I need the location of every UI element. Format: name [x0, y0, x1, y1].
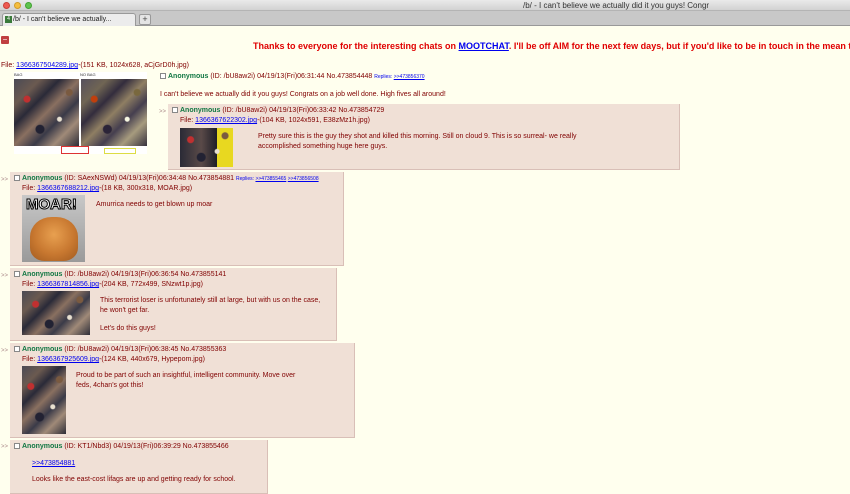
quote-link[interactable]: >>473854881 — [32, 460, 75, 467]
poster-name: Anonymous — [22, 443, 63, 450]
post-file-link[interactable]: 1366367925609.jpg — [37, 356, 99, 363]
op-header: Anonymous (ID: /bU8aw2i) 04/19/13(Fri)06… — [160, 73, 425, 80]
post-file-info: File: 1366367925609.jpg-(124 KB, 440x679… — [22, 356, 205, 363]
post-body: This terrorist loser is unfortunately st… — [100, 297, 321, 314]
post-reply-link[interactable]: >>473856508 — [288, 176, 319, 182]
op-body: I can't believe we actually did it you g… — [160, 91, 446, 98]
reply-arrow-icon: >> — [1, 273, 9, 279]
op-thumb-annotation — [61, 146, 89, 154]
post-473855466: Anonymous (ID: KT1/Nbd3) 04/19/13(Fri)06… — [10, 440, 268, 494]
reply-arrow-icon: >> — [1, 177, 9, 183]
post-header: Anonymous (ID: KT1/Nbd3) 04/19/13(Fri)06… — [14, 443, 229, 450]
post-select-checkbox[interactable] — [14, 175, 20, 181]
post-meta: (ID: KT1/Nbd3) 04/19/13(Fri)06:39:29 No.… — [62, 443, 229, 450]
op-file-link[interactable]: 1366367504289.jpg — [16, 62, 78, 69]
post-replies: Replies: >>473855465 >>473856508 — [236, 176, 319, 182]
post-thumbnail[interactable] — [180, 128, 233, 167]
op-reply-link[interactable]: >>473856370 — [394, 74, 425, 80]
post-body: Looks like the east-cost lifags are up a… — [32, 476, 236, 483]
post-thumbnail[interactable]: MOAR! — [22, 195, 85, 262]
favicon-icon: 4 — [5, 16, 12, 23]
post-file-link[interactable]: 1366367688212.jpg — [37, 185, 99, 192]
tab-bar: 4 /b/ - I can't believe we actually... + — [0, 11, 850, 26]
post-reply-link[interactable]: >>473855465 — [255, 176, 286, 182]
post-header: Anonymous (ID: /bU8aw2i) 04/19/13(Fri)06… — [14, 271, 226, 278]
post-473855141: Anonymous (ID: /bU8aw2i) 04/19/13(Fri)06… — [10, 268, 337, 341]
poster-name: Anonymous — [180, 107, 221, 114]
post-body: Proud to be part of such an insightful, … — [76, 372, 296, 389]
op-thumb-left-image — [14, 79, 79, 146]
post-select-checkbox[interactable] — [14, 271, 20, 277]
minimize-window-button[interactable] — [14, 2, 21, 9]
window-title: /b/ - I can't believe we actually did it… — [523, 1, 710, 10]
op-file-info: File: 1366367504289.jpg-(151 KB, 1024x62… — [1, 62, 189, 69]
post-thumbnail[interactable] — [22, 366, 66, 434]
announcement-banner: Thanks to everyone for the interesting c… — [253, 41, 850, 51]
op-thumb-right-image — [81, 79, 147, 146]
poster-name: Anonymous — [22, 175, 63, 182]
post-file-info: File: 1366367622302.jpg-(104 KB, 1024x59… — [180, 117, 370, 124]
zoom-window-button[interactable] — [25, 2, 32, 9]
cat-image — [30, 217, 78, 261]
post-select-checkbox[interactable] — [14, 346, 20, 352]
tab-title: /b/ - I can't believe we actually... — [13, 16, 112, 23]
post-select-checkbox[interactable] — [14, 443, 20, 449]
post-header: Anonymous (ID: /bU8aw2i) 04/19/13(Fri)06… — [14, 346, 226, 353]
mootchat-link[interactable]: MOOTCHAT — [459, 41, 509, 51]
reply-arrow-icon: >> — [159, 109, 167, 115]
op-select-checkbox[interactable] — [160, 73, 166, 79]
op-replies: Replies: >>473856370 — [374, 74, 425, 80]
post-473854881: Anonymous (ID: SAexNSWd) 04/19/13(Fri)06… — [10, 172, 344, 266]
reply-arrow-icon: >> — [1, 348, 9, 354]
window-titlebar: /b/ - I can't believe we actually did it… — [0, 0, 850, 11]
poster-name: Anonymous — [22, 271, 63, 278]
post-file-info: File: 1366367814856.jpg-(204 KB, 772x499… — [22, 281, 203, 288]
banner-text-after: . I'll be off AIM for the next few days,… — [508, 41, 850, 51]
post-meta: (ID: /bU8aw2i) 04/19/13(Fri)06:36:54 No.… — [62, 271, 227, 278]
hide-thread-icon[interactable]: − — [1, 36, 9, 44]
post-body: Amurrica needs to get blown up moar — [96, 201, 213, 208]
post-meta: (ID: SAexNSWd) 04/19/13(Fri)06:34:48 No.… — [62, 175, 235, 182]
post-select-checkbox[interactable] — [172, 107, 178, 113]
tab-current-thread[interactable]: 4 /b/ - I can't believe we actually... — [2, 13, 136, 26]
close-window-button[interactable] — [3, 2, 10, 9]
op-thumb-annotation — [104, 148, 136, 154]
post-thumbnail[interactable] — [22, 291, 90, 335]
post-meta: (ID: /bU8aw2i) 04/19/13(Fri)06:33:42 No.… — [220, 107, 385, 114]
post-body: Pretty sure this is the guy they shot an… — [258, 133, 577, 150]
op-meta: (ID: /bU8aw2i) 04/19/13(Fri)06:31:44 No.… — [208, 73, 373, 80]
new-tab-button[interactable]: + — [139, 14, 151, 25]
post-file-link[interactable]: 1366367622302.jpg — [195, 117, 257, 124]
poster-name: Anonymous — [22, 346, 63, 353]
post-header: Anonymous (ID: SAexNSWd) 04/19/13(Fri)06… — [14, 175, 319, 182]
moar-caption: MOAR! — [26, 196, 78, 214]
reply-arrow-icon: >> — [1, 444, 9, 450]
banner-text-before: Thanks to everyone for the interesting c… — [253, 41, 459, 51]
post-header: Anonymous (ID: /bU8aw2i) 04/19/13(Fri)06… — [172, 107, 384, 114]
post-meta: (ID: /bU8aw2i) 04/19/13(Fri)06:38:45 No.… — [62, 346, 227, 353]
op-thumbnail[interactable]: BAG NO BAG — [14, 72, 147, 154]
op-poster-name: Anonymous — [168, 73, 209, 80]
post-file-link[interactable]: 1366367814856.jpg — [37, 281, 99, 288]
post-file-info: File: 1366367688212.jpg-(18 KB, 300x318,… — [22, 185, 193, 192]
post-473855363: Anonymous (ID: /bU8aw2i) 04/19/13(Fri)06… — [10, 343, 355, 438]
post-body-line: Let's do this guys! — [100, 325, 156, 332]
post-473854729: Anonymous (ID: /bU8aw2i) 04/19/13(Fri)06… — [168, 104, 680, 170]
